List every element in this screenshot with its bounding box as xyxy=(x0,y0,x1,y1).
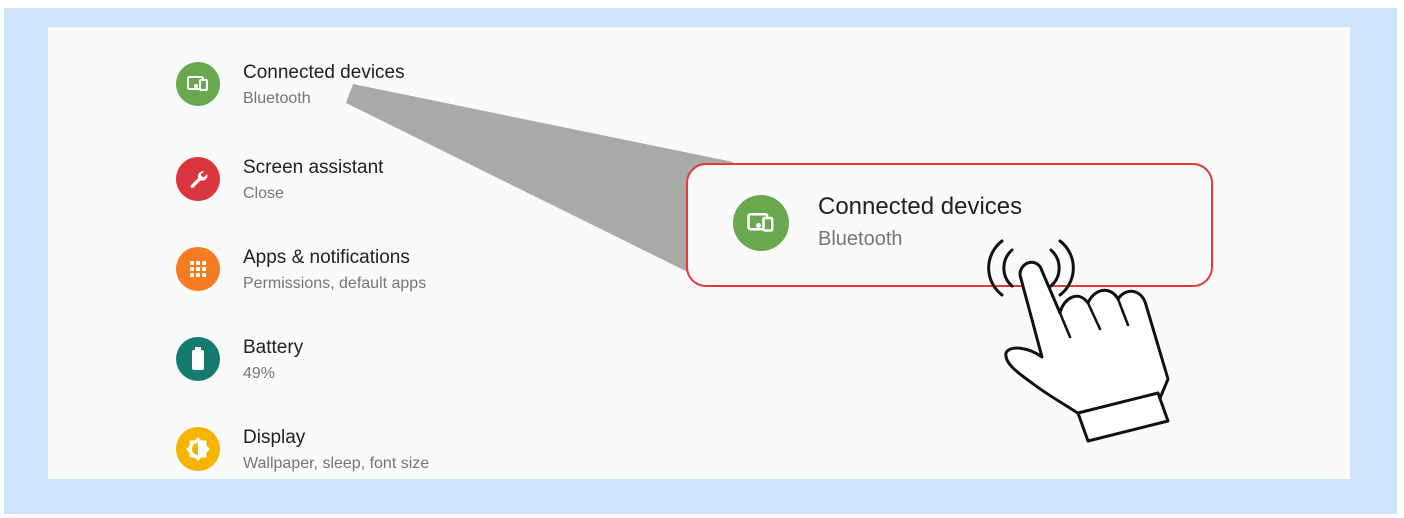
settings-screen: Connected devices Bluetooth Screen assis… xyxy=(48,27,1350,479)
item-title: Screen assistant xyxy=(243,157,384,178)
brightness-icon xyxy=(176,427,220,471)
callout-connected-devices[interactable]: Connected devices Bluetooth xyxy=(686,163,1213,287)
item-subtitle: Close xyxy=(243,185,284,202)
item-subtitle: Permissions, default apps xyxy=(243,275,427,292)
settings-item-screen-assistant[interactable]: Screen assistant Close xyxy=(176,149,596,209)
wrench-icon xyxy=(176,157,220,201)
item-title: Battery xyxy=(243,337,304,358)
item-subtitle: Wallpaper, sleep, font size xyxy=(243,455,430,472)
item-title: Apps & notifications xyxy=(243,247,410,268)
tutorial-frame: Connected devices Bluetooth Screen assis… xyxy=(4,8,1397,514)
settings-item-connected-devices[interactable]: Connected devices Bluetooth xyxy=(176,54,596,114)
settings-item-apps-notifications[interactable]: Apps & notifications Permissions, defaul… xyxy=(176,239,596,299)
battery-icon xyxy=(176,337,220,381)
devices-icon xyxy=(733,195,789,251)
item-subtitle: Bluetooth xyxy=(243,90,311,107)
callout-subtitle: Bluetooth xyxy=(818,228,903,250)
item-subtitle: 49% xyxy=(243,365,276,382)
callout-title: Connected devices xyxy=(818,193,1023,220)
apps-grid-icon xyxy=(176,247,220,291)
devices-icon xyxy=(176,62,220,106)
item-title: Display xyxy=(243,427,306,448)
settings-item-battery[interactable]: Battery 49% xyxy=(176,329,596,389)
item-title: Connected devices xyxy=(243,62,405,83)
settings-item-display[interactable]: Display Wallpaper, sleep, font size xyxy=(176,419,596,479)
